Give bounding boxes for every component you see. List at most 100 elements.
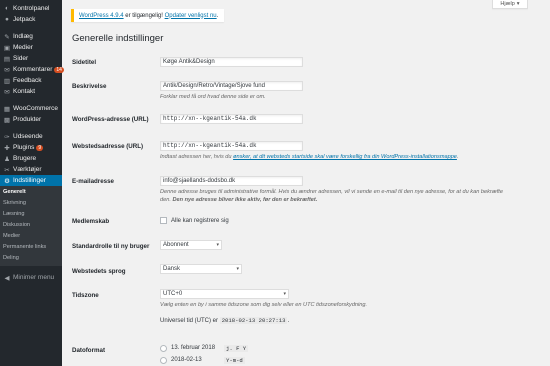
wp-url-label: WordPress-adresse (URL) <box>72 116 149 123</box>
date-format-radio[interactable] <box>160 345 167 352</box>
email-input[interactable]: info@sjaellands-dodsbo.dk <box>160 176 303 186</box>
comment-icon: ✉ <box>4 66 10 74</box>
update-now-link[interactable]: Opdater venligst nu <box>165 13 217 19</box>
pages-icon: ▤ <box>3 55 11 63</box>
site-title-label: Sidetitel <box>72 59 97 66</box>
site-url-desc-link[interactable]: ønsker, at dit websteds startside skal v… <box>233 154 457 160</box>
sidebar-item-label: Værktøjer <box>13 166 42 173</box>
sidebar-item-label: Kontrolpanel <box>13 5 50 12</box>
sidebar-item-pages[interactable]: ▤ Sider <box>0 53 62 64</box>
site-url-description: Indtast adressen her, hvis du ønsker, at… <box>160 153 458 161</box>
sidebar-item-label: Sider <box>13 55 29 62</box>
count-badge: 9 <box>36 144 44 151</box>
collapse-menu-label: Minimer menu <box>13 274 55 281</box>
sidebar-item-users[interactable]: ♟ Brugere <box>0 153 62 164</box>
collapse-menu-button[interactable]: ◀ Minimer menu <box>0 272 62 283</box>
language-label: Webstedets sprog <box>72 268 126 275</box>
sidebar-item-products[interactable]: ▩ Produkter <box>0 114 62 125</box>
sidebar-item-woocommerce[interactable]: ▦ WooCommerce <box>0 103 62 114</box>
wp-url-input[interactable]: http://xn--kgeantik-54a.dk <box>160 114 303 124</box>
submenu-item[interactable]: Generelt <box>0 187 62 198</box>
date-format-radio[interactable] <box>160 357 167 364</box>
site-url-input[interactable]: http://xn--kgeantik-54a.dk <box>160 141 303 151</box>
utc-time-row: Universel tid (UTC) er 2018-02-13 20:27:… <box>160 317 289 324</box>
submenu-item[interactable]: Permanente links <box>0 242 62 253</box>
date-format-option-label: 2018-02-13 <box>171 357 202 363</box>
submenu-item[interactable]: Diskussion <box>0 220 62 231</box>
collapse-icon: ◀ <box>4 274 10 282</box>
default-role-select[interactable]: Abonnent ▾ <box>160 240 222 250</box>
sidebar-item-dashboard[interactable]: ◐ Kontrolpanel <box>0 3 62 14</box>
tagline-label: Beskrivelse <box>72 83 107 90</box>
sidebar-item-label: Medier <box>13 44 33 51</box>
site-url-desc-post: . <box>456 154 459 160</box>
sidebar-item-label: WooCommerce <box>13 105 59 112</box>
tagline-input[interactable]: Antik/Design/Retro/Vintage/Sjove fund <box>160 81 303 91</box>
sidebar-item-comment[interactable]: ✉ Kommentarer 14 <box>0 64 64 75</box>
submenu-item[interactable]: Læsning <box>0 209 62 220</box>
sidebar-item-plugins[interactable]: ✚ Plugins 9 <box>0 142 62 153</box>
update-version-link[interactable]: WordPress 4.9.4 <box>79 13 124 19</box>
sidebar-item-label: Feedback <box>13 77 42 84</box>
submenu-item[interactable]: Deling <box>0 253 62 264</box>
email-description-line1: Denne adresse bruges til administrative … <box>160 189 503 195</box>
sidebar-item-label: Kontakt <box>13 88 36 95</box>
appearance-icon: ✑ <box>4 133 10 141</box>
users-icon: ♟ <box>4 155 10 163</box>
email-desc-pre: den. <box>160 197 173 203</box>
sidebar-item-pin[interactable]: ✎ Indlæg <box>0 31 62 42</box>
select-arrow-icon: ▾ <box>216 242 219 248</box>
membership-checkbox[interactable] <box>160 217 167 224</box>
media-icon: ▣ <box>3 44 11 52</box>
date-format-option-code: Y-m-d <box>224 357 245 364</box>
select-arrow-icon: ▾ <box>283 291 286 297</box>
email-desc-bold: Den nye adresse bliver ikke aktiv, før d… <box>172 197 318 203</box>
right-gutter <box>528 0 550 366</box>
timezone-label: Tidszone <box>72 292 99 299</box>
sidebar-item-label: Indlæg <box>13 33 33 40</box>
sidebar-item-tools[interactable]: ✂ Værktøjer <box>0 164 62 175</box>
sidebar-item-label: Plugins <box>13 144 35 151</box>
email-label: E-mailadresse <box>72 178 114 185</box>
plugins-icon: ✚ <box>4 144 10 152</box>
default-role-value: Abonnent <box>163 242 189 248</box>
pin-icon: ✎ <box>4 33 10 41</box>
site-url-desc-pre: Indtast adressen her, hvis du <box>160 154 234 160</box>
jetpack-icon: ● <box>5 16 9 23</box>
site-url-label: Webstedsadresse (URL) <box>72 143 144 150</box>
sidebar-item-settings[interactable]: ⚙ Indstillinger <box>0 175 62 186</box>
sidebar-item-jetpack[interactable]: ● Jetpack <box>0 14 62 25</box>
language-select[interactable]: Dansk ▾ <box>160 264 242 274</box>
sidebar-item-label: Udseende <box>13 133 43 140</box>
feedback-icon: ▥ <box>3 77 11 85</box>
submenu-item[interactable]: Medier <box>0 231 62 242</box>
sidebar-item-media[interactable]: ▣ Medier <box>0 42 62 53</box>
contact-icon: ✉ <box>4 88 10 96</box>
timezone-value: UTC+0 <box>163 291 183 297</box>
utc-value: 2018-02-13 20:27:13 <box>219 317 288 324</box>
timezone-select[interactable]: UTC+0 ▾ <box>160 289 289 299</box>
timezone-description: Vælg enten en by i samme tidszone som di… <box>160 302 368 308</box>
submenu-item[interactable]: Skrivning <box>0 198 62 209</box>
admin-sidebar: ◐ Kontrolpanel ● Jetpack ✎ Indlæg ▣ Medier ▤ Sid… <box>0 0 64 366</box>
dashboard-icon: ◐ <box>5 5 9 12</box>
membership-checkbox-label: Alle kan registrere sig <box>171 218 229 224</box>
site-title-input[interactable]: Køge Antik&Design <box>160 57 303 67</box>
notice-text: er tilgængelig! <box>123 12 165 19</box>
language-value: Dansk <box>163 266 181 272</box>
sidebar-item-label: Kommentarer <box>13 66 53 73</box>
default-role-label: Standardrolle til ny bruger <box>72 243 150 250</box>
tagline-description: Forklar med få ord hvad denne side er om… <box>160 94 266 100</box>
tools-icon: ✂ <box>4 166 10 174</box>
products-icon: ▩ <box>3 116 11 124</box>
sidebar-item-appearance[interactable]: ✑ Udseende <box>0 131 62 142</box>
main-content: WordPress 4.9.4 er tilgængelig! Opdater … <box>62 0 528 366</box>
sidebar-item-label: Brugere <box>13 155 37 162</box>
update-notice: WordPress 4.9.4 er tilgængelig! Opdater … <box>71 9 224 22</box>
woocommerce-icon: ▦ <box>3 105 11 113</box>
settings-icon: ⚙ <box>4 177 10 185</box>
sidebar-item-feedback[interactable]: ▥ Feedback <box>0 75 62 86</box>
sidebar-item-label: Jetpack <box>13 16 36 23</box>
sidebar-item-contact[interactable]: ✉ Kontakt <box>0 86 62 97</box>
select-arrow-icon: ▾ <box>236 266 239 272</box>
